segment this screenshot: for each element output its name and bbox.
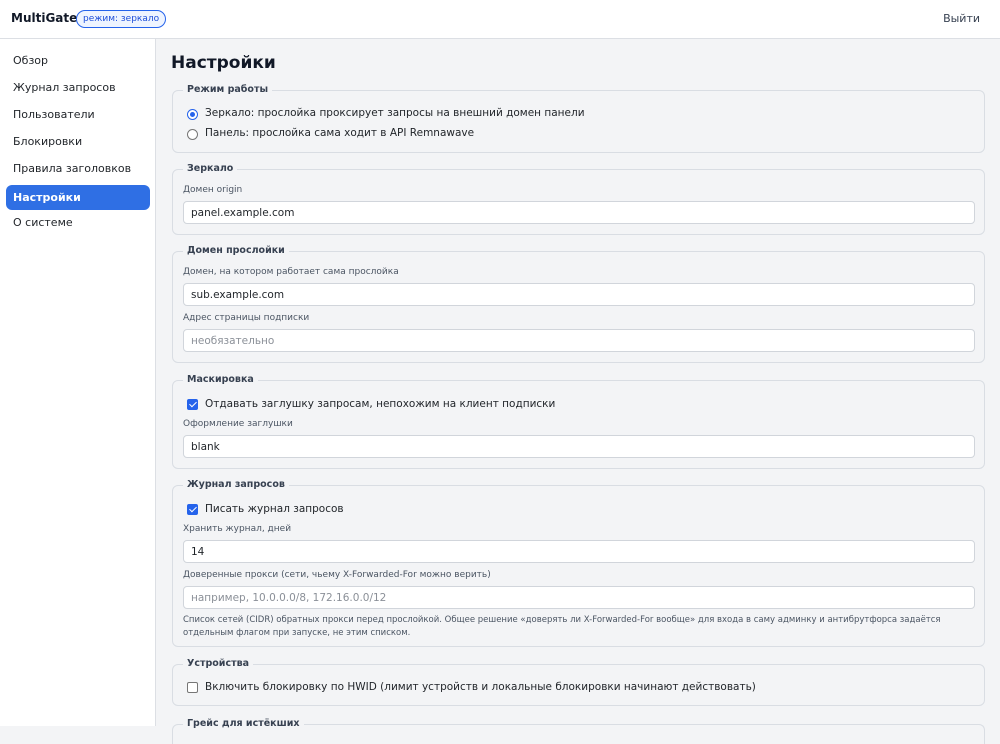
sidebar-item-blocks[interactable]: Блокировки [6, 129, 150, 154]
mode-section: Режим работы Зеркало: прослойка проксиру… [172, 84, 985, 153]
section-legend: Маскировка [183, 374, 258, 385]
top-bar: MultiGate режим: зеркало Выйти [0, 0, 1000, 39]
hwid-label: Включить блокировку по HWID (лимит устро… [205, 681, 756, 693]
mode-badge: режим: зеркало [76, 10, 167, 28]
grace-section: Грейс для истёкших [172, 718, 985, 744]
app-brand: MultiGate [11, 11, 78, 25]
subscription-page-label: Адрес страницы подписки [183, 313, 310, 323]
stub-style-label: Оформление заглушки [183, 419, 293, 429]
main-content: Настройки Режим работы Зеркало: прослойк… [156, 39, 1000, 744]
mode-option-label: Зеркало: прослойка проксирует запросы на… [205, 107, 585, 119]
sidebar-item-about[interactable]: О системе [6, 210, 150, 235]
sidebar-item-request-log[interactable]: Журнал запросов [6, 75, 150, 100]
section-legend: Журнал запросов [183, 479, 289, 490]
trusted-proxies-hint: Список сетей (CIDR) обратных прокси пере… [183, 615, 941, 638]
retention-days-input[interactable] [183, 540, 975, 563]
section-legend: Устройства [183, 658, 254, 669]
write-log-label: Писать журнал запросов [205, 503, 344, 515]
mirror-section: Зеркало Домен origin [172, 163, 985, 235]
masking-section: Маскировка Отдавать заглушку запросам, н… [172, 374, 985, 469]
request-log-section: Журнал запросов Писать журнал запросов Х… [172, 479, 985, 647]
sidebar-item-users[interactable]: Пользователи [6, 102, 150, 127]
section-legend: Зеркало [183, 163, 238, 174]
stub-checkbox[interactable] [187, 399, 198, 410]
section-legend: Домен прослойки [183, 245, 289, 256]
trusted-proxies-label: Доверенные прокси (сети, чьему X-Forward… [183, 570, 491, 580]
sidebar: Обзор Журнал запросов Пользователи Блоки… [0, 39, 156, 726]
subscription-page-input[interactable] [183, 329, 975, 352]
mode-option-label: Панель: прослойка сама ходит в API Remna… [205, 127, 475, 139]
panel-radio[interactable] [187, 129, 198, 140]
write-log-checkbox[interactable] [187, 504, 198, 515]
sidebar-item-overview[interactable]: Обзор [6, 48, 150, 73]
proxy-domain-section: Домен прослойки Домен, на котором работа… [172, 245, 985, 363]
proxy-domain-label: Домен, на котором работает сама прослойк… [183, 267, 399, 277]
stub-style-input[interactable] [183, 435, 975, 458]
hwid-checkbox[interactable] [187, 682, 198, 693]
stub-checkbox-label: Отдавать заглушку запросам, непохожим на… [205, 398, 556, 410]
section-legend: Режим работы [183, 84, 273, 95]
origin-domain-input[interactable] [183, 201, 975, 224]
devices-section: Устройства Включить блокировку по HWID (… [172, 658, 985, 706]
sidebar-item-settings[interactable]: Настройки [6, 185, 150, 210]
page-title: Настройки [171, 53, 276, 73]
trusted-proxies-input[interactable] [183, 586, 975, 609]
origin-label: Домен origin [183, 185, 243, 195]
section-legend: Грейс для истёкших [183, 718, 304, 729]
logout-link[interactable]: Выйти [943, 12, 980, 25]
mirror-radio[interactable] [187, 109, 198, 120]
proxy-domain-input[interactable] [183, 283, 975, 306]
retention-label: Хранить журнал, дней [183, 524, 292, 534]
sidebar-item-header-rules[interactable]: Правила заголовков [6, 156, 150, 181]
